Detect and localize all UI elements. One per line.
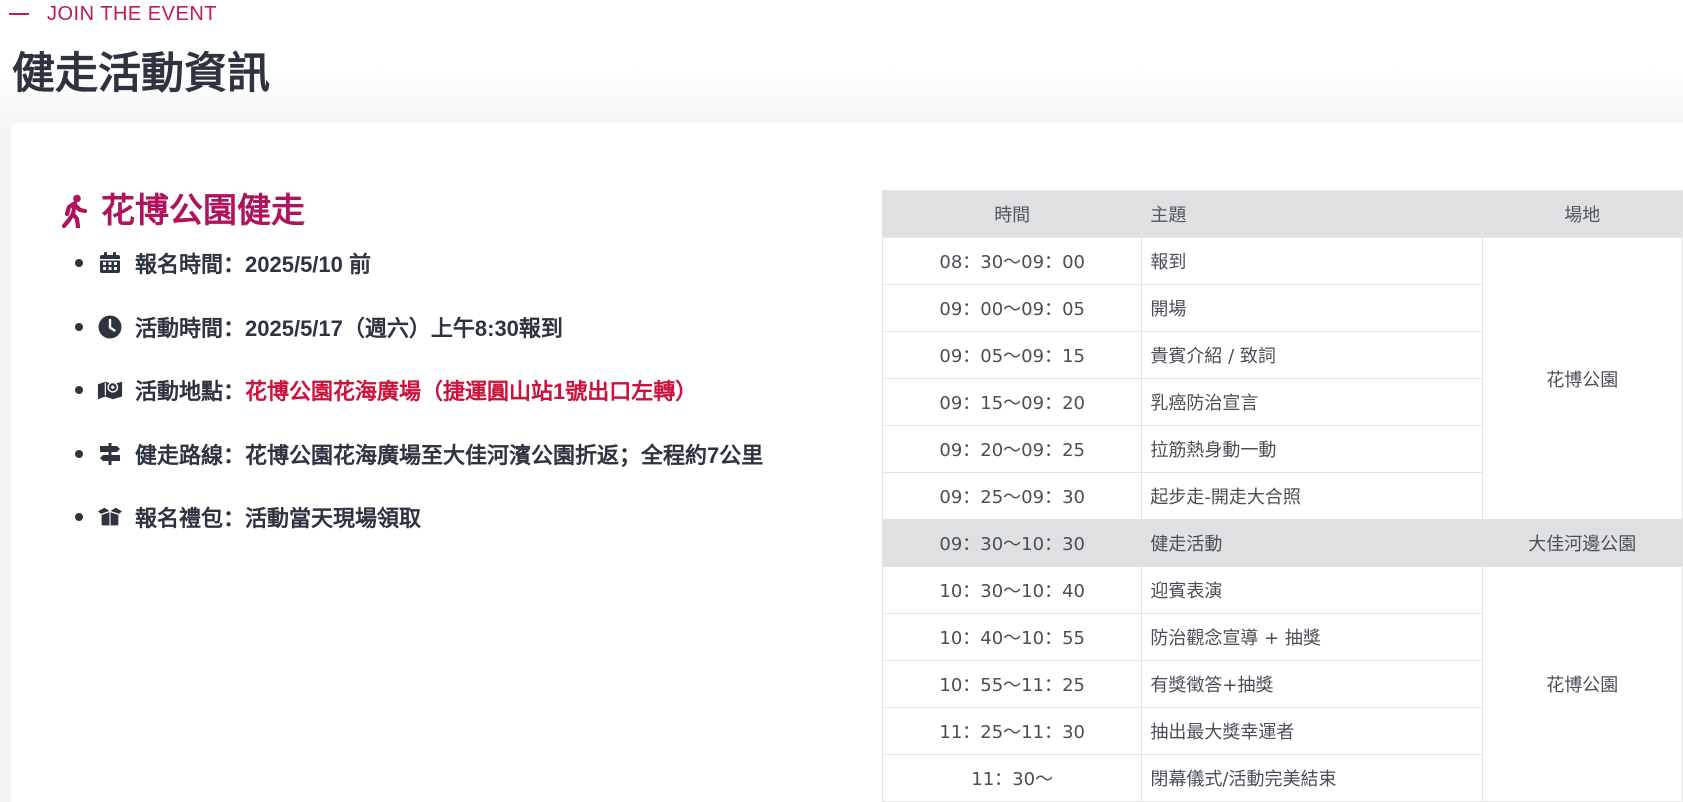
topic-cell: 乳癌防治宣言: [1141, 378, 1483, 426]
column-header-topic: 主題: [1141, 190, 1483, 238]
info-item-route: 健走路線： 花博公園花海廣場至大佳河濱公園折返；全程約7公里: [63, 434, 763, 474]
event-info-card: 花博公園健走 報名時間： 2025/5/10 前 活動時間： 2025/5/17…: [11, 123, 1683, 802]
gift-box-icon: [97, 504, 123, 530]
info-value: 活動當天現場領取: [245, 506, 422, 531]
info-value-location: 花博公園花海廣場（捷運圓山站1號出口左轉）: [245, 379, 698, 404]
time-cell: 11：25～11：30: [881, 707, 1143, 755]
list-bullet: [75, 386, 83, 394]
topic-cell: 有獎徵答+抽獎: [1141, 660, 1483, 708]
time-cell: 08：30～09：00: [881, 237, 1143, 285]
time-cell: 09：05～09：15: [881, 331, 1143, 379]
time-cell: 10：30～10：40: [881, 566, 1143, 614]
venue-cell: 大佳河邊公園: [1481, 519, 1683, 567]
table-header-row: 時間 主題 場地: [881, 190, 1683, 238]
topic-cell: 迎賓表演: [1141, 566, 1483, 614]
info-item-registration-deadline: 報名時間： 2025/5/10 前: [63, 243, 763, 283]
table-row: 08：30～09：00 報到 花博公園: [881, 237, 1683, 520]
time-cell: 11：30～: [881, 754, 1143, 802]
info-value: 2025/5/10 前: [245, 252, 372, 277]
info-value: 花博公園花海廣場至大佳河濱公園折返；全程約7公里: [245, 442, 764, 468]
section-title-text: 花博公園健走: [101, 192, 305, 230]
time-cell: 09：30～10：30: [881, 519, 1143, 567]
table-row: 10：30～10：40 迎賓表演 花博公園: [881, 566, 1683, 802]
time-cell: 09：15～09：20: [881, 378, 1143, 426]
time-cell: 09：00～09：05: [881, 284, 1143, 332]
column-header-venue: 場地: [1481, 190, 1683, 238]
info-item-gift: 報名禮包： 活動當天現場領取: [63, 497, 763, 537]
map-icon: [97, 377, 123, 403]
info-label: 活動地點：: [135, 379, 246, 404]
topic-cell: 抽出最大獎幸運者: [1141, 707, 1483, 755]
time-cell: 09：25～09：30: [881, 472, 1143, 520]
column-header-time: 時間: [881, 190, 1143, 238]
walking-person-icon: [61, 194, 88, 228]
time-cell: 09：20～09：25: [881, 425, 1143, 473]
topic-cell: 起步走-開走大合照: [1141, 472, 1483, 520]
eyebrow: JOIN THE EVENT: [9, 2, 217, 26]
calendar-icon: [97, 250, 123, 276]
topic-cell: 閉幕儀式/活動完美結束: [1141, 754, 1483, 802]
clock-icon: [97, 314, 123, 340]
topic-cell: 拉筋熱身動一動: [1141, 425, 1483, 473]
topic-cell: 報到: [1141, 237, 1483, 285]
info-label: 報名禮包：: [135, 506, 246, 531]
topic-cell: 開場: [1141, 284, 1483, 332]
info-label: 活動時間：: [135, 315, 246, 341]
list-bullet: [75, 449, 83, 458]
topic-cell: 健走活動: [1141, 519, 1483, 567]
table-row-highlighted: 09：30～10：30 健走活動 大佳河邊公園: [881, 519, 1683, 567]
info-list: 報名時間： 2025/5/10 前 活動時間： 2025/5/17（週六）上午8…: [63, 243, 763, 561]
eyebrow-text: JOIN THE EVENT: [47, 2, 217, 25]
section-title: 花博公園健走: [61, 189, 305, 233]
info-item-event-time: 活動時間： 2025/5/17（週六）上午8:30報到: [63, 307, 763, 347]
info-item-location: 活動地點： 花博公園花海廣場（捷運圓山站1號出口左轉）: [63, 370, 763, 410]
info-value: 2025/5/17（週六）上午8:30報到: [245, 315, 563, 341]
topic-cell: 貴賓介紹 / 致詞: [1141, 331, 1483, 379]
time-cell: 10：55～11：25: [881, 660, 1143, 708]
info-label: 報名時間：: [135, 252, 246, 277]
venue-cell: 花博公園: [1481, 566, 1683, 802]
schedule-table: 時間 主題 場地 08：30～09：00 報到 花博公園 09：00～09：05…: [881, 190, 1683, 802]
eyebrow-dash: [9, 13, 29, 15]
venue-cell: 花博公園: [1481, 237, 1683, 520]
page-title: 健走活動資訊: [12, 50, 270, 98]
signpost-icon: [97, 441, 123, 467]
info-label: 健走路線：: [135, 442, 246, 468]
list-bullet: [75, 259, 83, 267]
list-bullet: [75, 322, 83, 331]
list-bullet: [75, 513, 83, 521]
time-cell: 10：40～10：55: [881, 613, 1143, 661]
topic-cell: 防治觀念宣導 + 抽獎: [1141, 613, 1483, 661]
